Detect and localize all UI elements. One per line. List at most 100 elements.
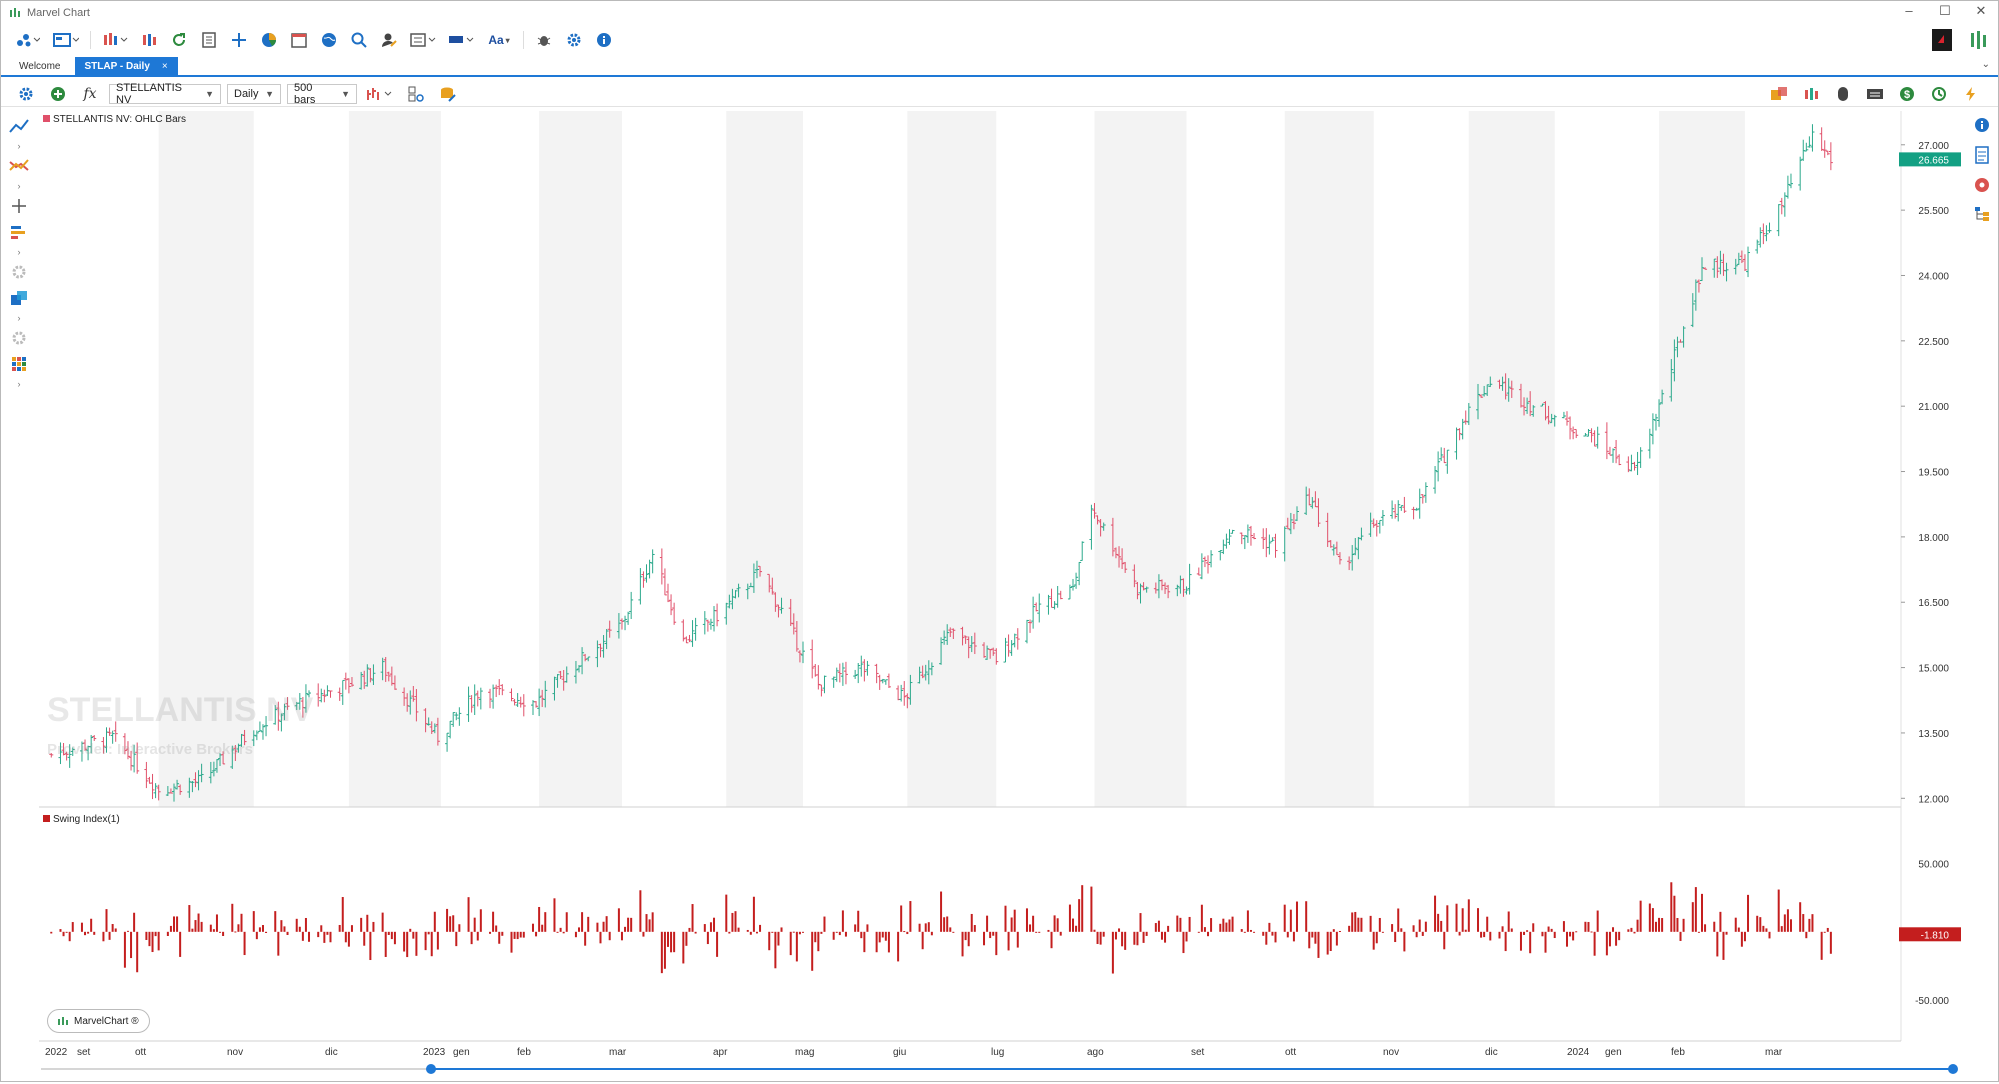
lightning-icon[interactable] [1958, 82, 1984, 106]
search-icon[interactable] [346, 28, 372, 52]
gear-icon[interactable] [561, 28, 587, 52]
swing-bar [409, 928, 412, 932]
swing-bar [123, 931, 126, 968]
swing-bar [1618, 931, 1621, 941]
tab-label: Welcome [19, 60, 61, 72]
info-panel-icon[interactable] [1974, 117, 1990, 138]
ohlc-bar [322, 689, 327, 703]
ohlc-bar [1433, 466, 1438, 494]
scanner-icon[interactable] [403, 82, 429, 106]
swing-bar [114, 928, 117, 932]
mouse-icon[interactable] [1830, 82, 1856, 106]
close-tab-icon[interactable]: × [162, 61, 168, 72]
pie-icon[interactable] [256, 28, 282, 52]
swing-bar [403, 931, 406, 952]
tab-welcome[interactable]: Welcome [9, 57, 71, 75]
tab-stlap-daily[interactable]: STLAP - Daily × [74, 57, 178, 75]
tab-overflow-icon[interactable]: ⌄ [1982, 59, 1990, 70]
function-icon[interactable]: fx [77, 82, 103, 106]
swing-bar [338, 924, 341, 932]
chart-svg[interactable]: 27.000 25.500 24.000 22.500 21.000 19.500 18.0… [37, 109, 1967, 1079]
swing-bar [1789, 919, 1792, 932]
timeframe-dropdown[interactable]: Daily ▼ [227, 83, 281, 104]
bar-type-icon[interactable] [98, 28, 132, 52]
notes-icon[interactable] [1975, 146, 1989, 169]
time-scrollbar[interactable] [41, 1061, 1961, 1074]
rail-settings-icon-2[interactable] [6, 327, 32, 349]
bug-icon[interactable] [531, 28, 557, 52]
ohlc-bar [1798, 156, 1803, 191]
swing-bar [1682, 918, 1685, 932]
ohlc-bar [451, 712, 456, 727]
layout-icon[interactable] [11, 28, 45, 52]
maximize-button[interactable]: ☐ [1934, 3, 1956, 19]
chart-settings-icon[interactable] [13, 82, 39, 106]
expand-arrow-icon[interactable]: › [18, 141, 21, 151]
document-icon[interactable] [196, 28, 222, 52]
font-icon[interactable]: Aa ▾ [482, 28, 516, 52]
swing-bar [372, 921, 375, 932]
refresh-icon[interactable] [166, 28, 192, 52]
swing-bar [900, 905, 903, 932]
bars-dropdown[interactable]: 500 bars ▼ [287, 82, 357, 106]
grid-icon[interactable] [6, 353, 32, 375]
dollar-icon[interactable]: $ [1894, 82, 1920, 106]
keyboard-icon[interactable] [1862, 82, 1888, 106]
rail-settings-icon[interactable] [6, 261, 32, 283]
chart-area[interactable]: 27.000 25.500 24.000 22.500 21.000 19.500 18.0… [37, 109, 1967, 1079]
expand-arrow-icon[interactable]: › [18, 379, 21, 389]
swing-bar [1802, 914, 1805, 932]
indicator-lines-icon[interactable] [6, 155, 32, 177]
ohlc-bar [1819, 127, 1824, 151]
swing-bar [1068, 904, 1071, 932]
window-layout-icon[interactable] [49, 28, 83, 52]
symbol-dropdown[interactable]: STELLANTIS NV ▼ [109, 82, 221, 106]
trendline-icon[interactable] [6, 115, 32, 137]
swing-bar [188, 905, 191, 932]
expand-arrow-icon[interactable]: › [18, 181, 21, 191]
swing-bar [489, 931, 492, 934]
volume-bars-icon[interactable] [6, 221, 32, 243]
close-window-button[interactable]: ✕ [1970, 3, 1992, 19]
swing-bar [136, 931, 139, 973]
globe-icon[interactable] [316, 28, 342, 52]
marvelchart-badge[interactable]: MarvelChart ® [47, 1009, 150, 1033]
swing-bar [1547, 926, 1550, 932]
swing-bar [1719, 911, 1722, 932]
add-icon[interactable] [45, 82, 71, 106]
user-edit-icon[interactable] [376, 28, 402, 52]
scroll-handle-right[interactable] [1948, 1064, 1958, 1074]
tree-icon[interactable] [1974, 206, 1990, 227]
calendar-icon[interactable] [286, 28, 312, 52]
ohlc-bar [834, 667, 839, 682]
compare-icon[interactable] [136, 28, 162, 52]
swing-bar [1553, 931, 1556, 939]
swing-bar [780, 927, 783, 932]
history-icon[interactable] [1926, 82, 1952, 106]
main-toolbar: Aa ▾ [1, 25, 1998, 55]
drawing-tools-icon[interactable] [363, 82, 397, 106]
color-icon[interactable] [444, 28, 478, 52]
scroll-handle-left[interactable] [426, 1064, 436, 1074]
ohlc-bar [626, 611, 631, 625]
swing-bar [759, 924, 762, 932]
layers-icon[interactable] [1766, 82, 1792, 106]
panel-icon[interactable] [406, 28, 440, 52]
expand-arrow-icon[interactable]: › [18, 247, 21, 257]
swing-bar [1529, 931, 1532, 954]
swing-bar [360, 917, 363, 932]
minimize-button[interactable]: – [1898, 3, 1920, 19]
swing-bar [620, 931, 623, 941]
swing-bar [599, 931, 602, 944]
windows-icon[interactable] [6, 287, 32, 309]
swing-bar [87, 931, 90, 934]
swing-bar [1072, 918, 1075, 932]
swing-bar [1262, 931, 1265, 936]
expand-arrow-icon[interactable]: › [18, 313, 21, 323]
move-icon[interactable] [226, 28, 252, 52]
database-edit-icon[interactable] [435, 82, 461, 106]
ohlc-icon[interactable] [1798, 82, 1824, 106]
info-icon[interactable] [591, 28, 617, 52]
network-icon[interactable] [1974, 177, 1990, 198]
crosshair-icon[interactable] [6, 195, 32, 217]
